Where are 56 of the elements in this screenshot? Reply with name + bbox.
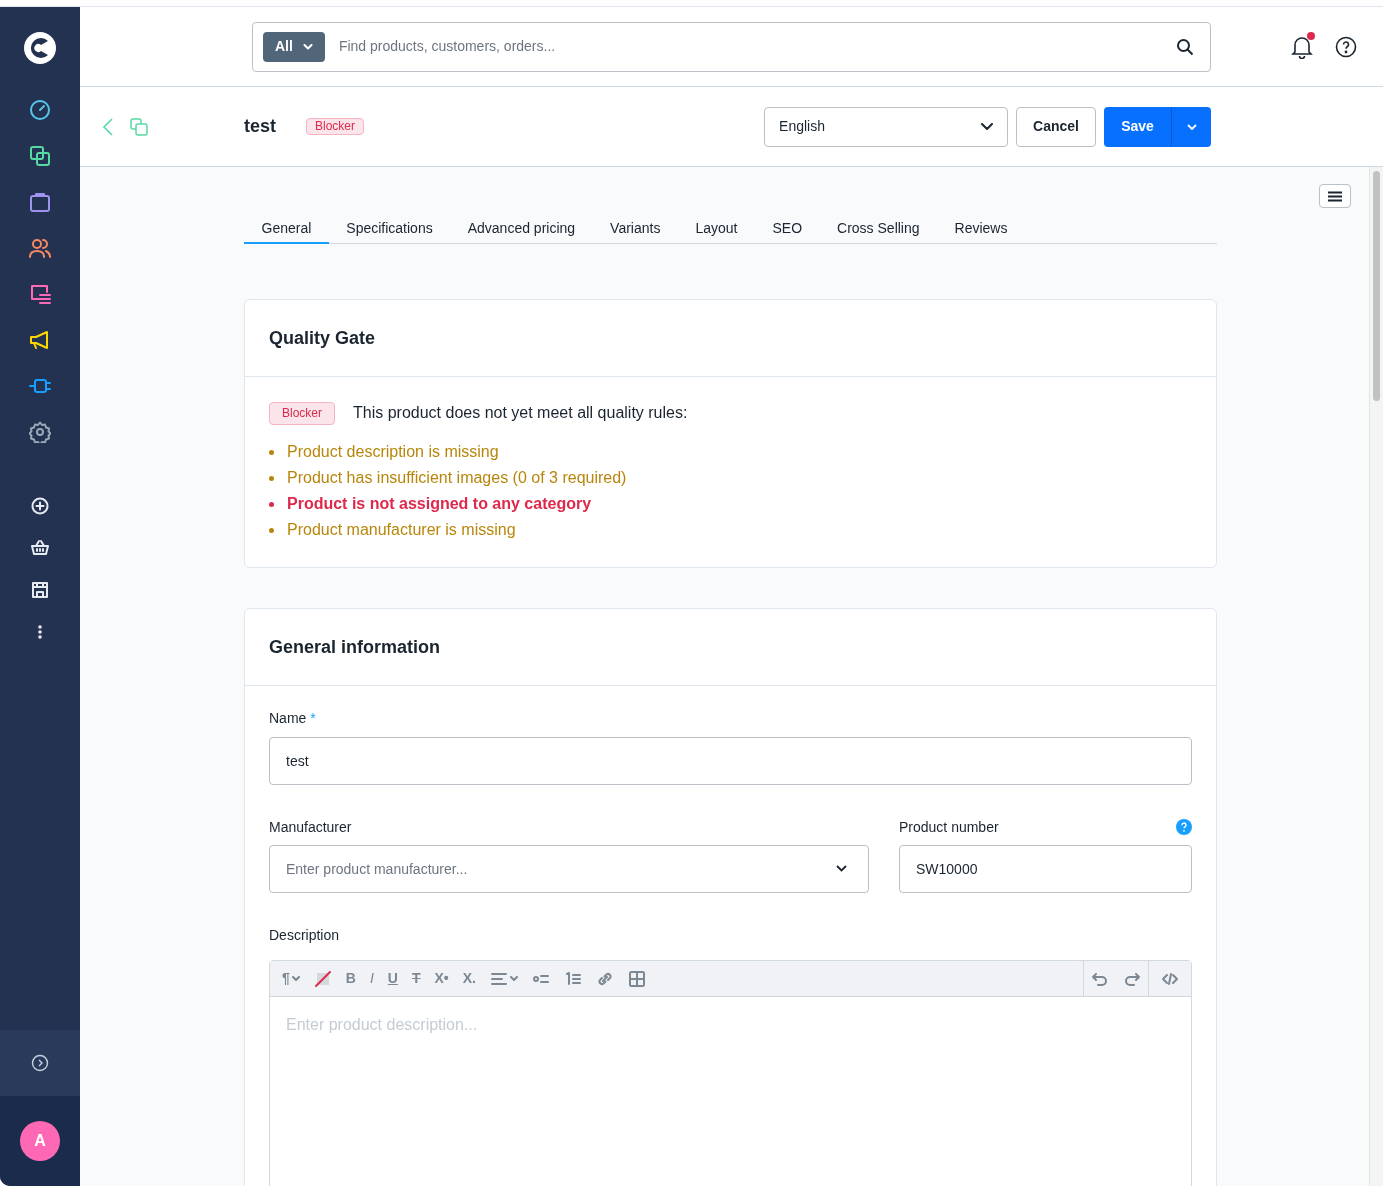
store-icon[interactable]	[31, 581, 49, 599]
quality-message: This product does not yet meet all quality rules:	[353, 403, 688, 423]
caret-icon	[836, 865, 847, 872]
tab[interactable]: SEO	[755, 215, 820, 244]
quality-issue: Product manufacturer is missing	[287, 520, 516, 540]
search-field[interactable]: All Find products, customers, orders...	[252, 21, 1211, 72]
language-select[interactable]: English	[764, 106, 1009, 147]
tab[interactable]: Cross Selling	[819, 215, 938, 244]
save-options-button[interactable]	[1172, 106, 1211, 147]
field-label: Manufacturer	[269, 818, 353, 837]
tab[interactable]: Reviews	[937, 215, 1025, 244]
megaphone-icon[interactable]	[29, 329, 51, 351]
clear-format-icon[interactable]	[313, 969, 332, 988]
field-label: Product number	[899, 817, 999, 837]
tab[interactable]: Advanced pricing	[450, 215, 593, 244]
menu-icon	[1328, 190, 1342, 202]
numbered-list-icon[interactable]	[564, 969, 582, 988]
tab[interactable]: Specifications	[328, 215, 451, 244]
tab[interactable]: Variants	[592, 215, 678, 244]
status-badge: Blocker	[306, 118, 365, 135]
card-title: General information	[269, 635, 441, 659]
list-window-icon[interactable]	[29, 283, 51, 305]
gauge-icon[interactable]	[29, 99, 51, 121]
help-icon[interactable]	[1335, 35, 1357, 58]
expand-icon[interactable]	[31, 1054, 49, 1072]
product-number-field[interactable]: SW10000	[899, 845, 1192, 893]
name-field[interactable]: test	[269, 737, 1192, 785]
caret-icon	[302, 43, 313, 50]
page-title: test	[244, 115, 276, 138]
table-icon[interactable]	[628, 969, 646, 988]
bell-icon[interactable]	[1291, 34, 1313, 59]
menu-button[interactable]	[1319, 184, 1351, 208]
card-title: Quality Gate	[269, 326, 376, 350]
bag-icon[interactable]	[29, 191, 51, 213]
users-icon[interactable]	[29, 237, 51, 259]
save-button[interactable]: Save	[1104, 106, 1172, 147]
add-icon[interactable]	[31, 497, 49, 515]
tab[interactable]: Layout	[677, 215, 755, 244]
caret-icon	[1186, 123, 1197, 130]
tab[interactable]: General	[244, 215, 329, 244]
logo-icon[interactable]	[23, 31, 57, 65]
field-label: Name	[269, 709, 307, 728]
search-icon[interactable]	[1176, 37, 1194, 56]
settings-icon[interactable]	[29, 421, 51, 443]
status-badge: Blocker	[269, 401, 335, 425]
quality-issue: Product description is missing	[287, 442, 499, 462]
quality-issue: Product has insufficient images (0 of 3 required)	[287, 468, 627, 488]
cancel-button[interactable]: Cancel	[1016, 106, 1096, 147]
stacked-squares-icon[interactable]	[29, 145, 51, 167]
required-mark: *	[310, 709, 316, 728]
field-label: Description	[269, 926, 341, 945]
basket-icon[interactable]	[31, 539, 49, 557]
caret-icon	[981, 123, 994, 130]
manufacturer-select[interactable]: Enter product manufacturer...	[269, 845, 869, 893]
scope-dropdown[interactable]: All	[263, 31, 325, 62]
quality-issue: Product is not assigned to any category	[287, 494, 592, 514]
